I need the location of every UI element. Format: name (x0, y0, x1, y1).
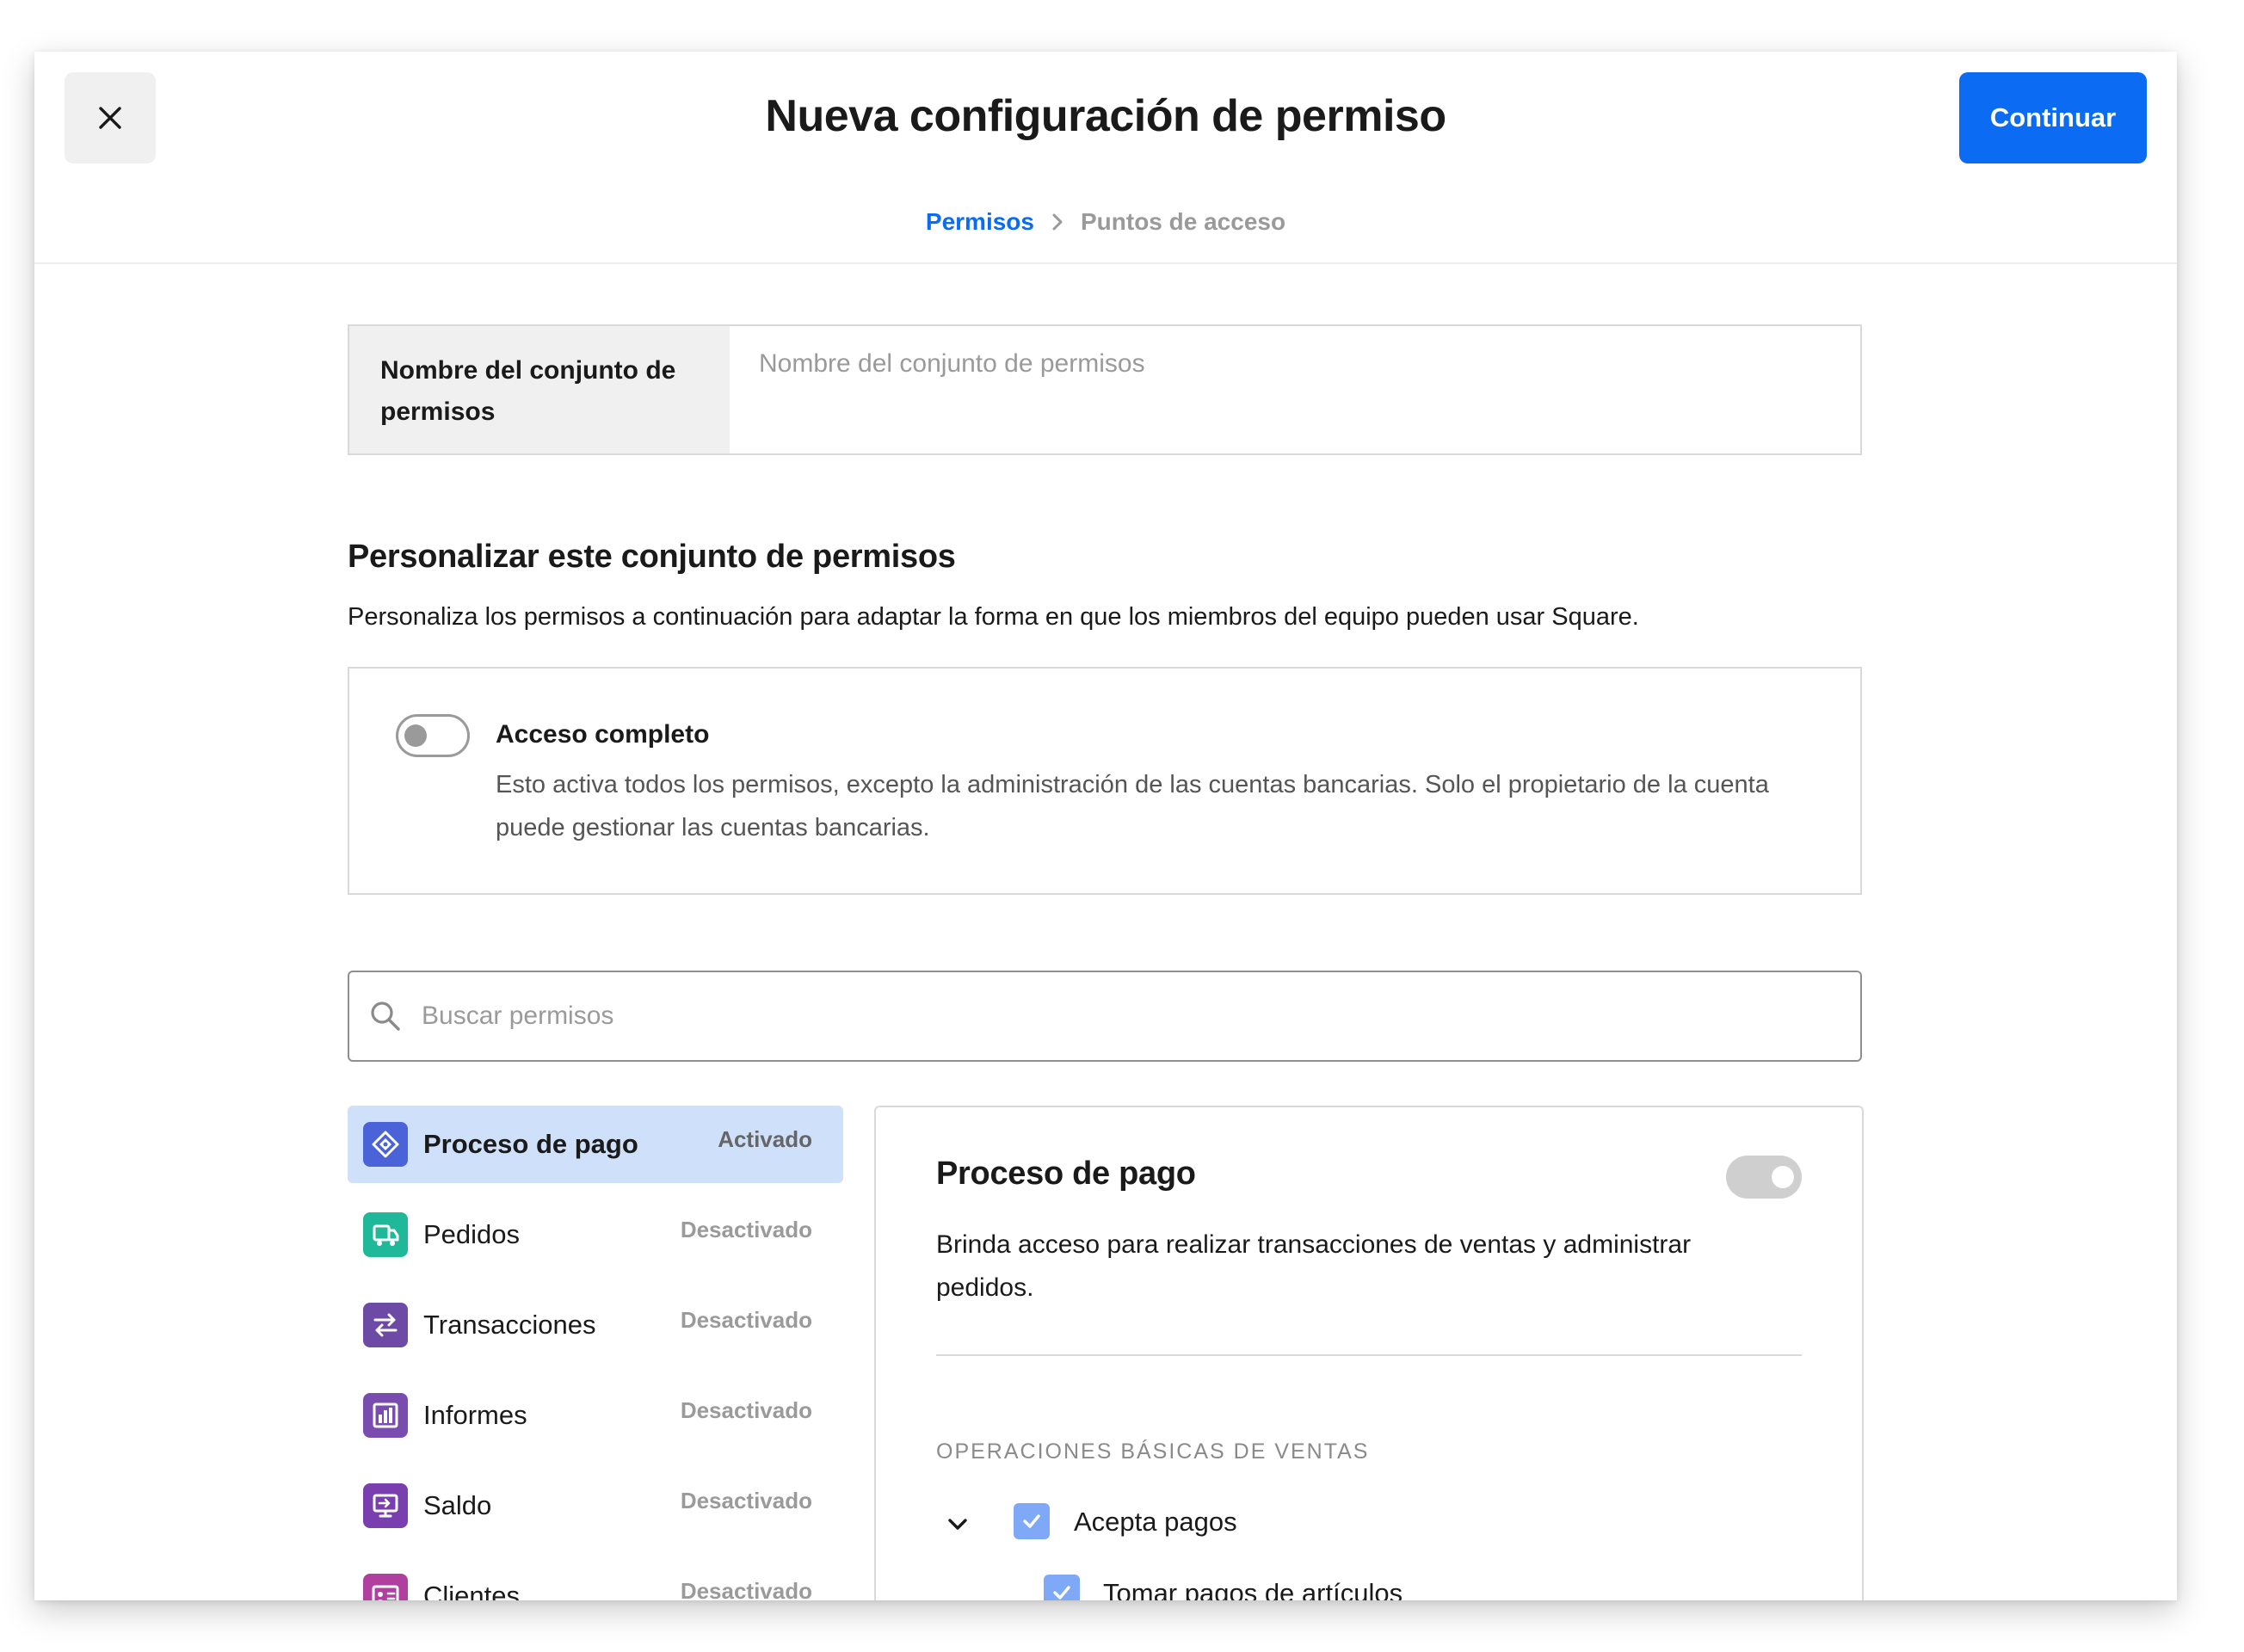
permission-set-name-row: Nombre del conjunto de permisos (348, 324, 1862, 455)
page-title: Nueva configuración de permiso (765, 91, 1446, 141)
toggle-knob (404, 724, 427, 747)
checkbox-label: Tomar pagos de artículos (1103, 1578, 1403, 1600)
permission-set-name-input[interactable] (730, 326, 1860, 453)
full-access-toggle[interactable] (396, 714, 470, 757)
detail-description: Brinda acceso para realizar transaccione… (936, 1230, 1692, 1302)
search-input[interactable] (420, 1001, 1860, 1032)
group-title: OPERACIONES BÁSICAS DE VENTAS (936, 1439, 1370, 1464)
category-item-clientes[interactable]: Clientes Desactivado (348, 1557, 843, 1600)
breadcrumb-puntos-de-acceso[interactable]: Puntos de acceso (1081, 208, 1285, 236)
customize-title: Personalizar este conjunto de permisos (348, 539, 956, 575)
divider (936, 1354, 1802, 1356)
full-access-card: Acceso completo Esto activa todos los pe… (348, 667, 1862, 895)
header: Nueva configuración de permiso Continuar… (34, 52, 2177, 264)
category-list: Proceso de pago Activado Pedidos Desacti… (348, 1106, 843, 1600)
customize-description: Personaliza los permisos a continuación … (348, 603, 1639, 631)
category-item-transacciones[interactable]: Transacciones Desactivado (348, 1286, 843, 1364)
checkbox-tomar-pagos-de-articulos[interactable] (1044, 1575, 1080, 1600)
toggle-knob (1772, 1166, 1794, 1188)
chevron-down-icon[interactable] (945, 1512, 971, 1538)
checkbox-acepta-pagos[interactable] (1014, 1503, 1050, 1539)
permission-detail-panel: Proceso de pago Brinda acceso para reali… (874, 1106, 1864, 1600)
full-access-title: Acceso completo (496, 720, 710, 749)
breadcrumb-permisos[interactable]: Permisos (926, 208, 1034, 236)
checkmark-icon (1023, 1514, 1040, 1528)
category-name: Transacciones (423, 1310, 596, 1340)
category-item-informes[interactable]: Informes Desactivado (348, 1377, 843, 1454)
category-status: Desactivado (680, 1578, 812, 1600)
category-status: Desactivado (680, 1488, 812, 1513)
checkbox-label: Acepta pagos (1074, 1507, 1237, 1537)
category-item-saldo[interactable]: Saldo Desactivado (348, 1467, 843, 1544)
breadcrumb: Permisos Puntos de acceso (34, 208, 2177, 236)
permission-search (348, 971, 1862, 1062)
category-status: Activado (718, 1126, 812, 1152)
continue-button[interactable]: Continuar (1959, 72, 2147, 163)
category-name: Informes (423, 1400, 527, 1430)
reports-icon (363, 1393, 408, 1438)
category-name: Saldo (423, 1490, 492, 1520)
category-status: Desactivado (680, 1307, 812, 1333)
category-name: Proceso de pago (423, 1129, 638, 1159)
category-item-proceso-de-pago[interactable]: Proceso de pago Activado (348, 1106, 843, 1183)
search-icon (371, 1002, 400, 1031)
chevron-right-icon (1050, 211, 1065, 233)
detail-title: Proceso de pago (936, 1156, 1196, 1192)
balance-icon (363, 1483, 408, 1528)
checkout-icon (363, 1122, 408, 1167)
detail-toggle[interactable] (1726, 1156, 1802, 1199)
permission-set-name-label: Nombre del conjunto de permisos (349, 326, 730, 453)
transactions-icon (363, 1303, 408, 1347)
customers-icon (363, 1574, 408, 1600)
category-item-pedidos[interactable]: Pedidos Desactivado (348, 1196, 843, 1273)
orders-icon (363, 1212, 408, 1257)
full-access-description: Esto activa todos los permisos, excepto … (496, 771, 1769, 841)
category-status: Desactivado (680, 1217, 812, 1242)
category-status: Desactivado (680, 1397, 812, 1423)
permission-setup-window: Nueva configuración de permiso Continuar… (34, 52, 2177, 1600)
checkmark-icon (1053, 1586, 1070, 1600)
category-name: Clientes (423, 1581, 520, 1600)
category-name: Pedidos (423, 1219, 521, 1249)
